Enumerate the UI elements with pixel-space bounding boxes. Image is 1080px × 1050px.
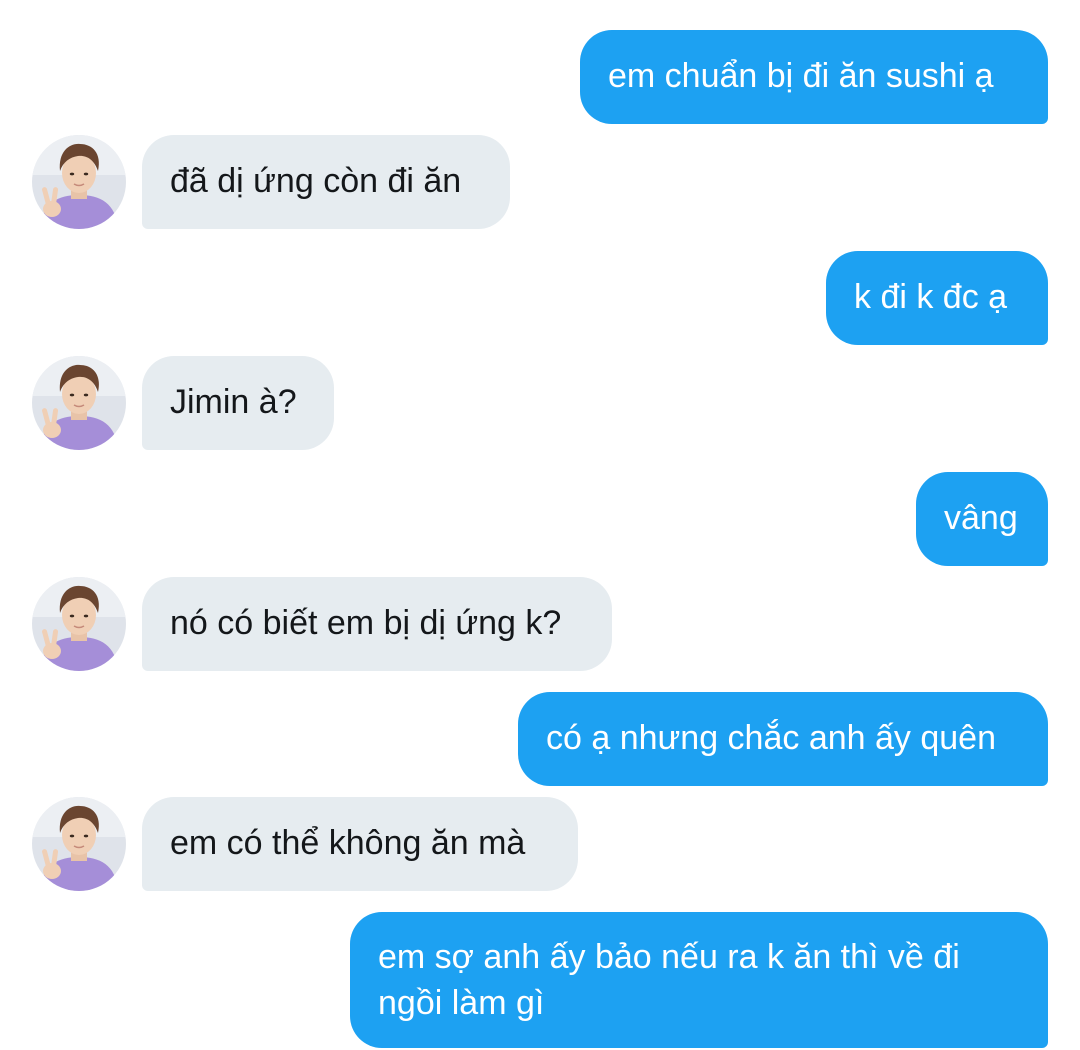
message-text: em chuẩn bị đi ăn sushi ạ bbox=[608, 57, 994, 95]
message-text: k đi k đc ạ bbox=[854, 278, 1008, 316]
message-text: vâng bbox=[944, 499, 1018, 537]
profile-photo-avatar-icon bbox=[32, 797, 126, 891]
message-text-line: em sợ anh ấy bảo nếu ra k ăn thì về đi bbox=[378, 938, 960, 976]
profile-photo-avatar-icon bbox=[32, 356, 126, 450]
sent-message-bubble[interactable]: em sợ anh ấy bảo nếu ra k ăn thì về đi n… bbox=[350, 912, 1048, 1048]
contact-avatar[interactable] bbox=[32, 797, 126, 891]
message-text: em có thể không ăn mà bbox=[170, 824, 526, 862]
sent-message-bubble[interactable]: k đi k đc ạ bbox=[826, 251, 1048, 345]
chat-thread: em chuẩn bị đi ăn sushi ạ đã dị ứng còn … bbox=[0, 0, 1080, 1050]
profile-photo-avatar-icon bbox=[32, 135, 126, 229]
message-text: có ạ nhưng chắc anh ấy quên bbox=[546, 719, 996, 757]
message-text-line: ngồi làm gì bbox=[378, 984, 545, 1022]
received-message-bubble[interactable]: đã dị ứng còn đi ăn bbox=[142, 135, 510, 229]
received-message-bubble[interactable]: Jimin à? bbox=[142, 356, 334, 450]
sent-message-bubble[interactable]: em chuẩn bị đi ăn sushi ạ bbox=[580, 30, 1048, 124]
received-message-bubble[interactable]: em có thể không ăn mà bbox=[142, 797, 578, 891]
contact-avatar[interactable] bbox=[32, 356, 126, 450]
message-text: đã dị ứng còn đi ăn bbox=[170, 162, 462, 200]
sent-message-bubble[interactable]: vâng bbox=[916, 472, 1048, 566]
contact-avatar[interactable] bbox=[32, 135, 126, 229]
contact-avatar[interactable] bbox=[32, 577, 126, 671]
message-text: nó có biết em bị dị ứng k? bbox=[170, 604, 562, 642]
received-message-bubble[interactable]: nó có biết em bị dị ứng k? bbox=[142, 577, 612, 671]
sent-message-bubble[interactable]: có ạ nhưng chắc anh ấy quên bbox=[518, 692, 1048, 786]
profile-photo-avatar-icon bbox=[32, 577, 126, 671]
message-text: Jimin à? bbox=[170, 383, 297, 421]
